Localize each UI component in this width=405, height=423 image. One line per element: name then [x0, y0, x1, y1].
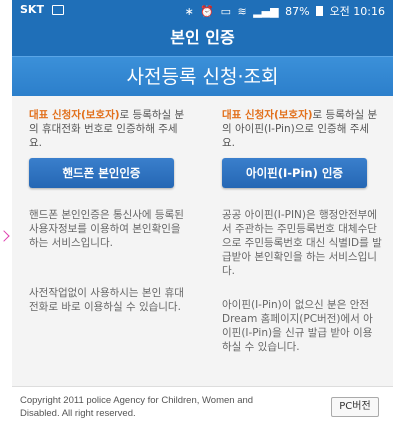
carrier-label: SKT: [20, 3, 44, 16]
sim-card-icon: [52, 5, 64, 15]
signal-icon: ▂▄▆: [253, 5, 279, 18]
copyright-text: Copyright 2011 police Agency for Childre…: [20, 395, 254, 419]
hd-icon: ▭: [220, 5, 231, 18]
bluetooth-icon: ∗: [184, 5, 194, 18]
side-arrow-icon: [0, 230, 10, 242]
clock: 오전 10:16: [329, 5, 385, 18]
ipin-auth-desc-2: 아이핀(I-Pin)이 없으신 분은 안전Dream 홈페이지(PC버전)에서 …: [222, 299, 373, 353]
ipin-auth-button[interactable]: 아이핀(I-Pin) 인증: [222, 158, 367, 188]
battery-percent: 87%: [285, 5, 310, 18]
footer: Copyright 2011 police Agency for Childre…: [12, 386, 393, 423]
page-subtitle: 사전등록 신청·조회: [12, 56, 393, 96]
status-bar: SKT ∗ ⏰ ▭ ≋ ▂▄▆ 87% 오전 10:16: [12, 0, 393, 20]
wifi-icon: ≋: [237, 5, 247, 18]
page-title: 본인 인증: [12, 20, 393, 56]
phone-auth-desc-1: 핸드폰 본인인증은 통신사에 등록된 사용자정보를 이용하여 본인확인을 하는 …: [29, 209, 184, 249]
status-right: ∗ ⏰ ▭ ≋ ▂▄▆ 87% 오전 10:16: [182, 3, 385, 19]
battery-icon: [316, 6, 324, 16]
phone-auth-button[interactable]: 핸드폰 본인인증: [29, 158, 174, 188]
auth-content: 대표 신청자(보호자)로 등록하실 분의 휴대전화 번호로 인증하해 주세요. …: [12, 96, 393, 386]
ipin-auth-desc-1: 공공 아이핀(I-PIN)은 행정안전부에서 주관하는 주민등록번호 대체수단으…: [222, 209, 382, 277]
ipin-auth-intro: 대표 신청자(보호자)로 등록하실 분의 아이핀(I-Pin)으로 인증해 주세…: [222, 108, 382, 150]
pc-version-button[interactable]: PC버전: [331, 397, 379, 417]
phone-screen: SKT ∗ ⏰ ▭ ≋ ▂▄▆ 87% 오전 10:16 본인 인증 사전등록 …: [12, 0, 393, 423]
phone-auth-desc-2: 사전작업없이 사용하시는 본인 휴대전화로 바로 이용하실 수 있습니다.: [29, 287, 184, 313]
phone-auth-intro-highlight: 대표 신청자(보호자): [29, 109, 120, 121]
ipin-auth-intro-highlight: 대표 신청자(보호자): [222, 109, 313, 121]
phone-auth-intro: 대표 신청자(보호자)로 등록하실 분의 휴대전화 번호로 인증하해 주세요.: [29, 108, 189, 150]
alarm-icon: ⏰: [200, 5, 215, 18]
